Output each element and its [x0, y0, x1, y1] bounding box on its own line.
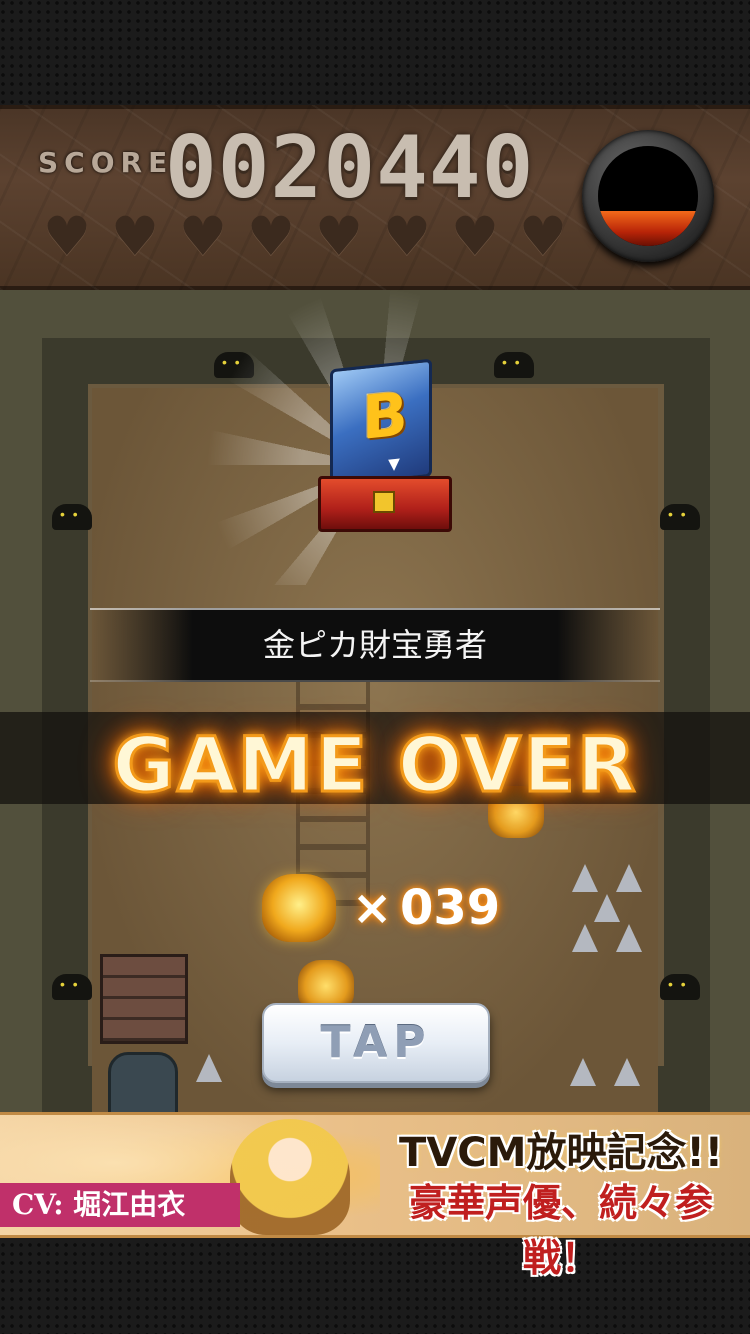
- wing-emblem-icon: ▼: [384, 452, 404, 477]
- heart-icon: ♥: [42, 205, 92, 268]
- score-label: SCORE: [38, 146, 174, 179]
- score-value: 0020440: [165, 118, 535, 218]
- spike-trap: [196, 1054, 222, 1082]
- rank-card: B ▼: [330, 358, 432, 488]
- spike-trap: [570, 1058, 596, 1086]
- power-gauge-window: [598, 146, 698, 246]
- heart-icon: ♥: [450, 205, 500, 268]
- heart-icon: ♥: [110, 205, 160, 268]
- character-illustration: [230, 1119, 350, 1235]
- tap-button[interactable]: TAP: [262, 1003, 490, 1083]
- banner-headline: TVCM放映記念!!: [399, 1130, 723, 1176]
- voice-actor-credit: CV: 堀江由衣: [0, 1183, 240, 1227]
- life-hearts: ♥ ♥ ♥ ♥ ♥ ♥ ♥ ♥: [38, 205, 572, 268]
- spike-trap: [594, 894, 620, 922]
- rank-letter: B: [362, 379, 408, 454]
- coin-count: 039: [400, 880, 501, 936]
- title-ribbon: 金ピカ財宝勇者: [90, 608, 660, 682]
- wall-monster-eyes: [52, 974, 92, 1000]
- heart-icon: ♥: [246, 205, 296, 268]
- banner-subline: 豪華声優、続々参戦！: [408, 1180, 713, 1280]
- game-over-text: GAME OVER: [111, 719, 638, 811]
- spike-trap: [616, 864, 642, 892]
- coin-counter: × 039: [262, 870, 522, 950]
- earned-title: 金ピカ財宝勇者: [262, 626, 487, 664]
- brick-block: [100, 954, 188, 1044]
- rank-trophy: B ▼: [318, 358, 452, 534]
- spike-trap: [572, 924, 598, 952]
- heart-icon: ♥: [382, 205, 432, 268]
- trophy-pedestal: [318, 476, 452, 532]
- spike-trap: [572, 864, 598, 892]
- gold-coin-icon: [262, 874, 336, 942]
- multiply-sign: ×: [352, 880, 393, 936]
- heart-icon: ♥: [178, 205, 228, 268]
- wall-monster-eyes: [52, 504, 92, 530]
- power-gauge: [582, 130, 714, 262]
- spike-trap: [614, 1058, 640, 1086]
- top-metal-band: [0, 0, 750, 105]
- tap-button-label: TAP: [320, 1017, 432, 1068]
- heart-icon: ♥: [518, 205, 568, 268]
- heart-icon: ♥: [314, 205, 364, 268]
- power-gauge-fill: [598, 211, 698, 246]
- wall-monster-eyes: [660, 504, 700, 530]
- wall-monster-eyes: [660, 974, 700, 1000]
- spike-trap: [616, 924, 642, 952]
